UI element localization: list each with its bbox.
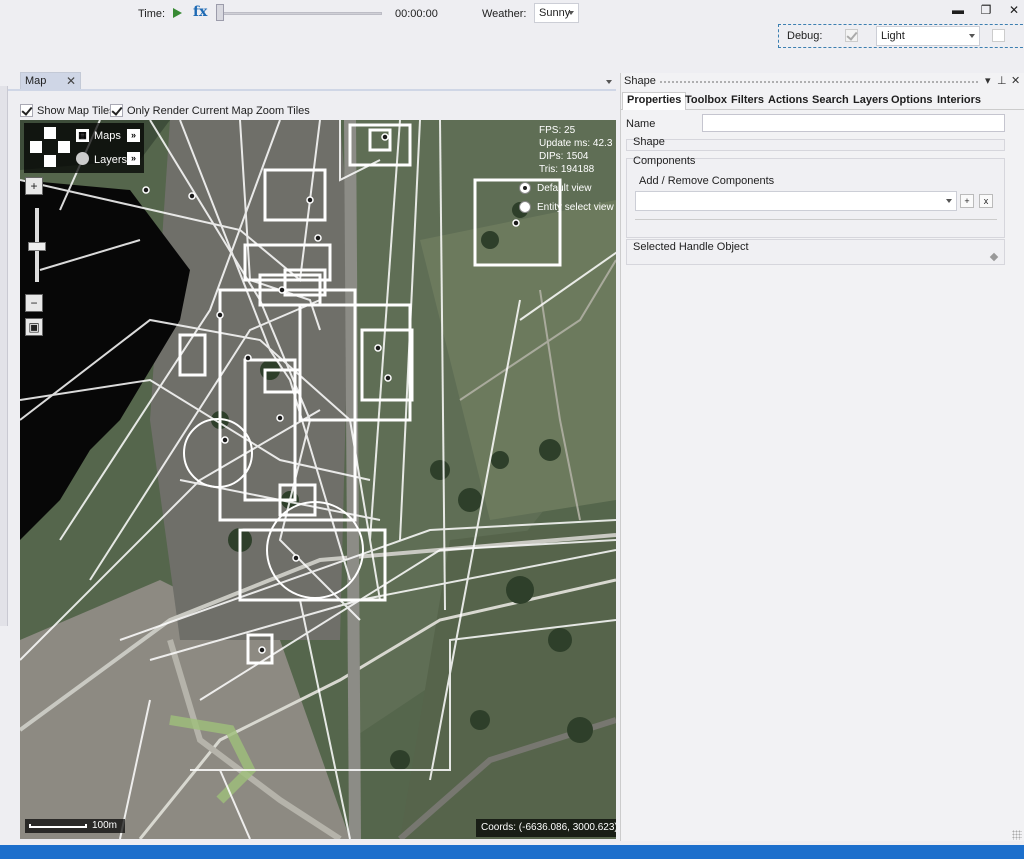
scale-line (29, 824, 87, 828)
shape-tabs: Properties Toolbox Filters Actions Searc… (621, 91, 1024, 110)
weather-select-value: Sunny (539, 7, 571, 19)
zoom-out-button[interactable]: − (25, 294, 43, 312)
time-label: Time: (138, 8, 166, 20)
fx-icon[interactable]: fx (193, 4, 207, 20)
layers-icon[interactable] (76, 152, 89, 165)
components-group: Components Add / Remove Components + x (626, 155, 1005, 238)
tab-search[interactable]: Search (808, 93, 853, 107)
time-slider-track[interactable] (216, 12, 382, 15)
debug-checkbox[interactable] (845, 29, 858, 42)
show-map-tiles-label: Show Map Tiles (37, 105, 115, 117)
resize-grip[interactable] (1012, 830, 1022, 840)
coords-readout: Coords: (-6636.086, 3000.623) (476, 819, 616, 837)
pan-down-icon[interactable] (44, 155, 56, 167)
zoom-tiles-checkbox[interactable] (110, 104, 123, 117)
map-tab-underline (8, 89, 616, 91)
layers-expand-icon[interactable]: » (127, 152, 140, 165)
map-canvas[interactable] (20, 120, 616, 839)
default-view-label[interactable]: Default view (537, 183, 591, 194)
map-scale-bar: 100m (25, 819, 125, 833)
close-icon[interactable]: ✕ (66, 74, 76, 88)
pan-left-icon[interactable] (30, 141, 42, 153)
restore-icon[interactable]: ❐ (978, 2, 994, 18)
tab-layers[interactable]: Layers (849, 93, 892, 107)
divider (635, 219, 997, 220)
scale-label: 100m (92, 820, 118, 831)
entity-select-view-label[interactable]: Entity select view (537, 202, 614, 213)
weather-label: Weather: (482, 8, 527, 20)
components-select[interactable] (635, 191, 957, 211)
shape-group-label: Shape (633, 136, 665, 148)
tab-properties[interactable]: Properties (622, 92, 687, 110)
play-icon[interactable] (173, 8, 182, 18)
selected-handle-label: Selected Handle Object (633, 241, 749, 253)
maps-icon[interactable]: ▦ (76, 129, 89, 142)
chevron-down-icon[interactable]: ▾ (985, 74, 991, 87)
map-options-bar: Show Map Tiles Only Render Current Map Z… (20, 102, 616, 118)
dips-stat: DIPs: 1504 (539, 151, 589, 162)
chevron-down-icon (969, 34, 975, 38)
debug-label: Debug: (787, 30, 823, 42)
zoom-slider-thumb[interactable] (28, 242, 46, 251)
add-component-button[interactable]: + (960, 194, 974, 208)
status-bar (0, 845, 1024, 859)
fps-stat: FPS: 25 (539, 125, 576, 136)
shape-panel: Shape ▾ ⊥ ✕ Properties Toolbox Filters A… (620, 73, 1024, 841)
expand-icon[interactable] (989, 252, 999, 262)
left-dock-strip (0, 86, 8, 626)
zoom-tiles-label: Only Render Current Map Zoom Tiles (127, 105, 310, 117)
tris-stat: Tris: 194188 (539, 164, 595, 175)
render-stats: FPS: 25 Update ms: 42.3 DIPs: 1504 Tris:… (539, 124, 612, 176)
drag-grip[interactable] (659, 80, 979, 84)
debug-mode-value: Light (881, 30, 905, 42)
zoom-in-button[interactable]: + (25, 177, 43, 195)
maps-label[interactable]: Maps (94, 130, 121, 142)
close-icon[interactable]: ✕ (1011, 74, 1020, 87)
tab-interiors[interactable]: Interiors (933, 93, 985, 107)
name-label: Name (626, 118, 656, 130)
default-view-radio[interactable] (519, 182, 531, 194)
map-viewport[interactable]: ▦ Maps » Layers » + − ▣ FPS: 25 Update m… (20, 120, 616, 839)
name-field[interactable] (702, 114, 1005, 132)
time-slider-thumb[interactable] (216, 4, 224, 21)
debug-group: Debug: Light (778, 24, 1024, 48)
update-stat: Update ms: 42.3 (539, 138, 613, 149)
chevron-down-icon (568, 11, 574, 15)
chevron-down-icon (946, 199, 952, 203)
show-map-tiles-checkbox[interactable] (20, 104, 33, 117)
time-value: 00:00:00 (395, 8, 438, 20)
pin-icon[interactable]: ⊥ (997, 74, 1007, 87)
maps-expand-icon[interactable]: » (127, 129, 140, 142)
minimize-icon[interactable]: ▬ (950, 2, 966, 18)
shape-group: Shape (626, 136, 1005, 151)
debug-extra-checkbox[interactable] (992, 29, 1005, 42)
tab-map[interactable]: Map ✕ (20, 72, 81, 90)
close-icon[interactable]: ✕ (1006, 2, 1022, 18)
editor-window: Time: fx 00:00:00 Weather: Sunny ▬ ❐ ✕ D… (0, 0, 1024, 859)
top-toolbar: Time: fx 00:00:00 Weather: Sunny ▬ ❐ ✕ D… (0, 0, 1024, 62)
debug-mode-select[interactable]: Light (876, 26, 980, 46)
tab-map-label: Map (25, 75, 47, 87)
entity-select-view-radio[interactable] (519, 201, 531, 213)
add-remove-label: Add / Remove Components (639, 175, 775, 187)
shape-panel-header: Shape ▾ ⊥ ✕ (621, 73, 1024, 90)
pan-up-icon[interactable] (44, 127, 56, 139)
tab-filters[interactable]: Filters (727, 93, 768, 107)
map-nav-control: ▦ Maps » Layers » (24, 123, 144, 173)
pan-control[interactable] (30, 127, 70, 167)
layers-label[interactable]: Layers (94, 154, 127, 166)
tab-actions[interactable]: Actions (764, 93, 812, 107)
pan-right-icon[interactable] (58, 141, 70, 153)
selected-handle-group: Selected Handle Object (626, 239, 1005, 265)
chevron-down-icon[interactable] (606, 80, 612, 84)
shape-panel-title: Shape (624, 75, 656, 87)
tab-options[interactable]: Options (887, 93, 937, 107)
remove-component-button[interactable]: x (979, 194, 993, 208)
components-group-label: Components (633, 155, 696, 167)
weather-select[interactable]: Sunny (534, 3, 579, 23)
zoom-fit-button[interactable]: ▣ (25, 318, 43, 336)
tab-toolbox[interactable]: Toolbox (681, 93, 731, 107)
